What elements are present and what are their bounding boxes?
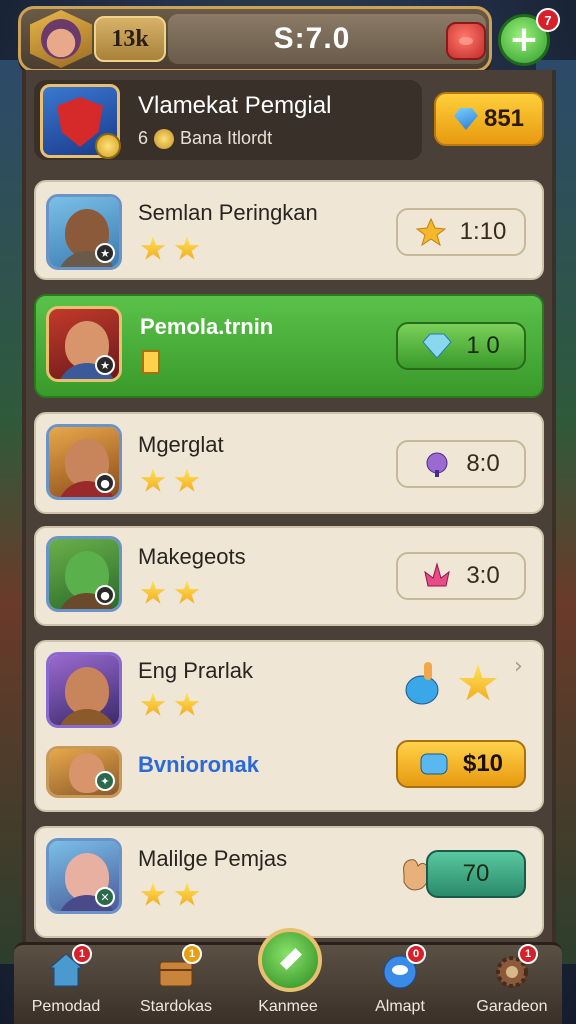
hero-portrait: ● xyxy=(46,536,122,612)
hero-price-value: $10 xyxy=(462,750,504,777)
avatar-face-icon xyxy=(41,19,81,59)
rank-badge-icon: ✦ xyxy=(95,771,115,791)
leaf-icon xyxy=(268,950,308,990)
hero-price-value: 3:0 xyxy=(466,562,500,589)
hero-name: Bvnioronak xyxy=(138,752,260,777)
chest-icon: 1 xyxy=(156,944,202,990)
star-icon xyxy=(140,692,166,716)
orb-icon: 0 xyxy=(380,944,426,990)
hero-name: Pemola.trnin xyxy=(140,314,274,339)
nav-item-stardokas[interactable]: 1 Stardokas xyxy=(126,942,226,1024)
rank-badge-icon: ★ xyxy=(95,243,115,263)
hero-price-button[interactable]: 8:0 xyxy=(396,440,526,488)
star-icon xyxy=(174,882,200,906)
star-icon xyxy=(174,468,200,492)
rank-badge-icon: ★ xyxy=(95,355,115,375)
hero-portrait: ● xyxy=(46,424,122,500)
balance-value: S:7.0 xyxy=(273,22,351,55)
nav-item-pemodad[interactable]: 1 Pemodad xyxy=(16,942,116,1024)
add-currency-badge: 7 xyxy=(536,8,560,32)
hero-name: Malilge Pemjas xyxy=(138,846,288,871)
nav-item-garadeon[interactable]: 1 Garadeon xyxy=(462,942,562,1024)
hero-price-button[interactable]: 1 0 xyxy=(396,322,526,370)
hero-price-value: 70 xyxy=(462,860,490,887)
star-icon xyxy=(140,580,166,604)
hero-price-button[interactable]: 70 xyxy=(426,850,526,898)
hero-stars xyxy=(140,580,200,606)
star-icon xyxy=(140,236,166,260)
hero-name: Mgerglat xyxy=(138,432,224,457)
gem-total-button[interactable]: 851 xyxy=(434,92,544,146)
coin-icon xyxy=(95,133,121,159)
player-level-label: 13k xyxy=(111,25,149,52)
hero-stars xyxy=(140,692,200,718)
nav-label: Almapt xyxy=(375,998,425,1015)
subtitle-prefix: 6 xyxy=(138,128,149,148)
star-icon xyxy=(140,468,166,492)
rank-badge-icon: ● xyxy=(95,585,115,605)
nav-badge: 1 xyxy=(182,944,202,964)
rank-badge-icon: ● xyxy=(95,473,115,493)
hero-name: Eng Prarlak xyxy=(138,658,253,683)
hero-price-button[interactable]: $10 xyxy=(396,740,526,788)
hero-portrait-small: ✦ xyxy=(46,746,122,798)
nav-item-kanmee[interactable]: Kanmee xyxy=(238,942,338,1024)
hero-price-button[interactable]: 3:0 xyxy=(396,552,526,600)
hero-name: Makegeots xyxy=(138,544,246,569)
nav-badge: 1 xyxy=(518,944,538,964)
hero-stars xyxy=(140,236,200,262)
star-icon xyxy=(415,218,446,246)
hero-name: Semlan Peringkan xyxy=(138,200,318,225)
hero-portrait: ★ xyxy=(46,194,122,270)
star-icon xyxy=(140,882,166,906)
nav-label: Kanmee xyxy=(258,998,318,1015)
star-icon xyxy=(174,692,200,716)
potion-icon xyxy=(426,452,448,477)
nav-badge: 1 xyxy=(72,944,92,964)
hero-price-button[interactable]: 1:10 xyxy=(396,208,526,256)
gear-icon: 1 xyxy=(492,944,538,990)
subtitle-text: Bana Itlordt xyxy=(180,128,273,148)
home-icon: 1 xyxy=(46,944,92,990)
hero-portrait: ★ xyxy=(46,306,122,382)
crystal-icon xyxy=(424,562,451,587)
nav-label: Stardokas xyxy=(139,998,213,1015)
hero-price-value: 8:0 xyxy=(466,450,500,477)
header-subtitle: 6 Bana Itlordt xyxy=(138,128,272,149)
red-gem-button[interactable] xyxy=(446,22,486,60)
mini-coin-icon xyxy=(154,128,175,149)
plus-icon: + xyxy=(508,19,540,60)
rank-badge-icon: ✕ xyxy=(95,887,115,907)
header-title: Vlamekat Pemgial xyxy=(138,92,332,119)
hero-portrait xyxy=(46,652,122,728)
hero-stars xyxy=(140,468,200,494)
nav-label: Garadeon xyxy=(476,998,548,1015)
hero-portrait: ✕ xyxy=(46,838,122,914)
hero-stars xyxy=(140,882,200,908)
trophy-icon xyxy=(142,350,160,374)
flask-icon xyxy=(405,662,439,705)
gem-icon xyxy=(422,333,452,359)
star-icon xyxy=(174,580,200,604)
gem-icon xyxy=(453,108,478,130)
chevron-right-icon[interactable]: › xyxy=(514,654,523,679)
nav-label: Pemodad xyxy=(31,998,101,1015)
balance-pill: S:7.0 xyxy=(168,14,486,64)
nav-badge: 0 xyxy=(406,944,426,964)
nav-item-almapt[interactable]: 0 Almapt xyxy=(350,942,450,1024)
player-level-pill: 13k xyxy=(94,16,166,62)
hero-price-value: 1 0 xyxy=(466,332,500,359)
gem-total-value: 851 xyxy=(483,105,525,132)
gem-icon xyxy=(420,753,448,775)
star-icon xyxy=(174,236,200,260)
hero-price-value: 1:10 xyxy=(459,218,507,245)
guild-shield-icon xyxy=(40,84,121,159)
